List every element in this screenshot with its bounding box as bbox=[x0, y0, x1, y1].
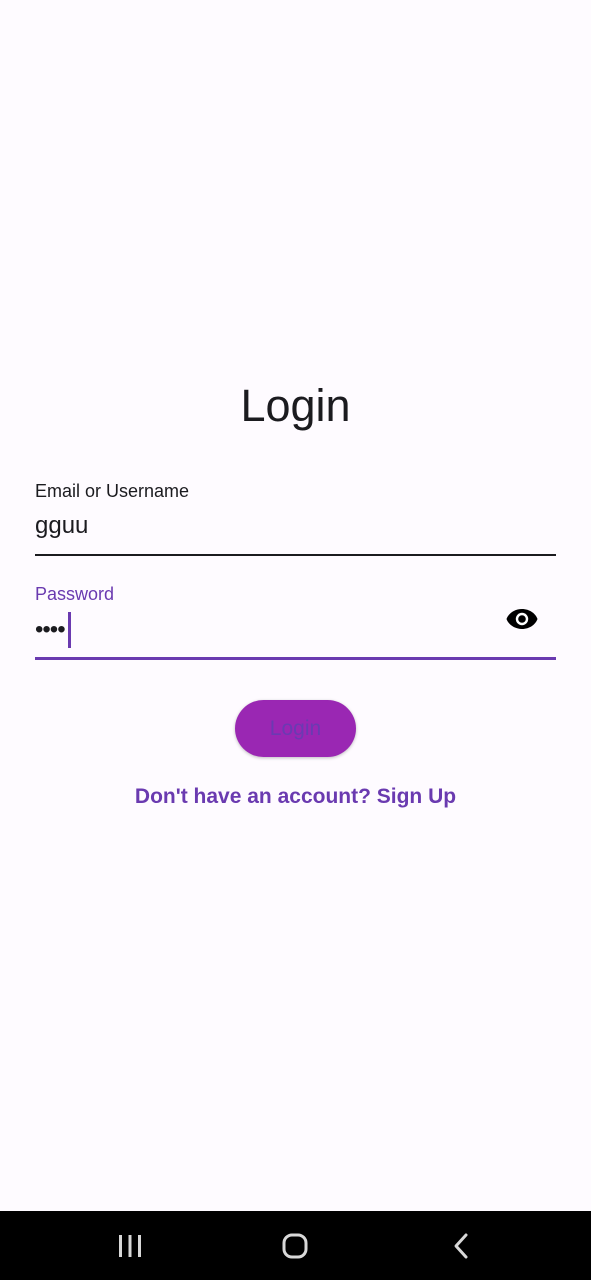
password-masked-text: •••• bbox=[35, 616, 66, 643]
password-field-value[interactable]: •••• bbox=[35, 611, 71, 649]
email-field-value[interactable]: gguu bbox=[35, 508, 88, 544]
home-icon bbox=[282, 1233, 308, 1259]
recent-apps-button[interactable] bbox=[100, 1225, 160, 1267]
visibility-toggle-button[interactable] bbox=[502, 599, 542, 639]
email-field-label: Email or Username bbox=[35, 481, 190, 501]
password-field-label: Password bbox=[35, 584, 115, 604]
email-field-underline bbox=[35, 554, 556, 556]
visibility-icon bbox=[506, 609, 538, 629]
signup-link[interactable]: Don't have an account? Sign Up bbox=[0, 783, 591, 811]
email-field[interactable]: Email or Username gguu bbox=[35, 478, 556, 556]
text-cursor bbox=[67, 612, 71, 648]
password-field-underline bbox=[35, 657, 556, 660]
system-navigation-bar bbox=[0, 1211, 591, 1280]
recent-apps-icon bbox=[119, 1235, 141, 1257]
back-icon bbox=[454, 1233, 468, 1259]
page-title: Login bbox=[240, 380, 351, 431]
home-button[interactable] bbox=[265, 1225, 325, 1267]
login-button[interactable]: Login bbox=[235, 700, 356, 757]
back-button[interactable] bbox=[431, 1225, 491, 1267]
password-field[interactable]: Password •••• bbox=[35, 581, 556, 660]
